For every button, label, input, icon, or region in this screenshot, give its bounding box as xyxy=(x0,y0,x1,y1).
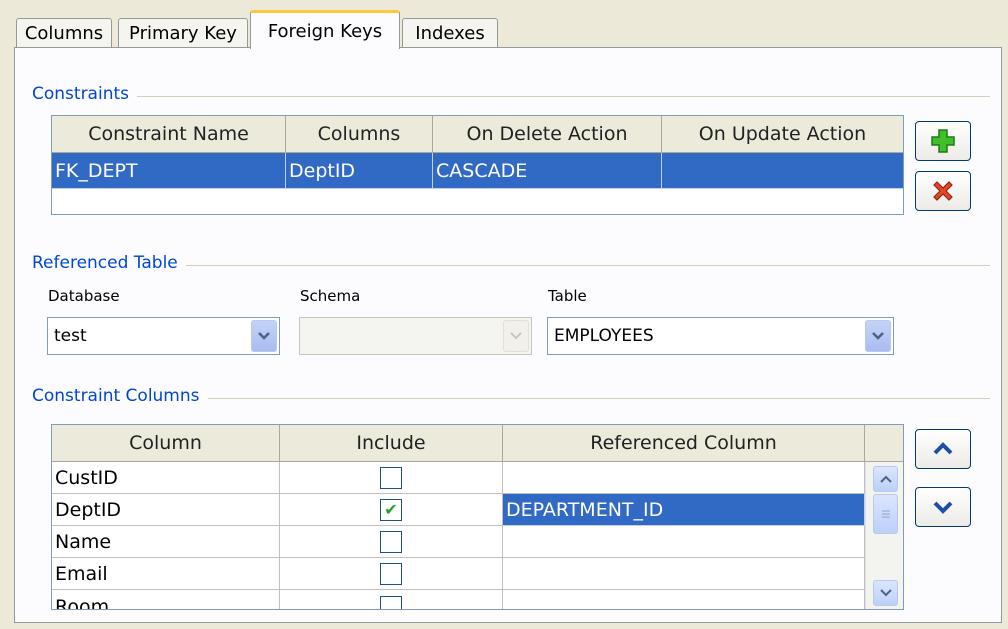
chevron-down-icon[interactable] xyxy=(251,320,277,352)
column-name-cell[interactable]: Name xyxy=(52,526,280,558)
include-cell[interactable] xyxy=(280,590,503,609)
column-name-cell[interactable]: Email xyxy=(52,558,280,590)
referenced-column-cell[interactable]: DEPARTMENT_ID xyxy=(503,494,865,526)
schema-label: Schema xyxy=(300,287,361,305)
tab-foreign-keys[interactable]: Foreign Keys xyxy=(250,10,400,49)
table-value: EMPLOYEES xyxy=(554,326,654,346)
include-checkbox[interactable] xyxy=(380,562,402,585)
tab-label: Indexes xyxy=(415,23,485,44)
column-name-cell[interactable]: CustID xyxy=(52,462,280,494)
move-down-button[interactable] xyxy=(915,487,971,527)
chevron-down-icon xyxy=(503,320,529,352)
column-header[interactable]: Constraint Name xyxy=(52,116,286,153)
include-checkbox[interactable] xyxy=(380,530,402,553)
database-value: test xyxy=(54,326,87,346)
include-cell[interactable] xyxy=(280,462,503,494)
table-select[interactable]: EMPLOYEES xyxy=(547,317,894,355)
referenced-column-cell[interactable] xyxy=(503,526,865,558)
referenced-column-cell[interactable] xyxy=(503,590,865,609)
constraint-name-cell[interactable]: FK_DEPT xyxy=(52,153,286,189)
table-label: Table xyxy=(548,287,587,305)
column-header[interactable]: On Delete Action xyxy=(433,116,662,153)
include-cell[interactable] xyxy=(280,526,503,558)
schema-select xyxy=(299,317,532,355)
column-header[interactable]: Include xyxy=(280,425,503,462)
column-name-cell[interactable]: DeptID xyxy=(52,494,280,526)
referenced-column-cell[interactable] xyxy=(503,558,865,590)
include-checkbox[interactable]: ✔ xyxy=(380,498,402,521)
chevron-up-icon xyxy=(879,475,892,483)
checkmark-icon: ✔ xyxy=(384,500,398,519)
database-select[interactable]: test xyxy=(47,317,280,355)
on-delete-cell[interactable]: CASCADE xyxy=(433,153,662,189)
tab-label: Primary Key xyxy=(129,23,237,44)
chevron-up-icon xyxy=(933,442,953,455)
corner-header xyxy=(865,425,903,462)
referenced-column-cell[interactable] xyxy=(503,462,865,494)
add-constraint-button[interactable] xyxy=(915,121,971,161)
tab-label: Foreign Keys xyxy=(267,20,383,42)
tab-label: Columns xyxy=(24,23,104,44)
include-checkbox[interactable] xyxy=(380,596,402,609)
scroll-up-button[interactable] xyxy=(873,466,898,492)
tab-indexes[interactable]: Indexes xyxy=(402,18,498,48)
constraint-columns-group-title: Constraint Columns xyxy=(32,386,208,406)
column-header[interactable]: Referenced Column xyxy=(503,425,865,462)
column-header[interactable]: On Update Action xyxy=(662,116,903,153)
grip-icon xyxy=(881,510,890,518)
chevron-down-icon[interactable] xyxy=(865,320,891,352)
constraints-table[interactable]: Constraint Name Columns On Delete Action… xyxy=(51,115,904,215)
vertical-scrollbar[interactable] xyxy=(865,462,903,609)
database-label: Database xyxy=(48,287,120,305)
constraint-columns-table[interactable]: Column Include Referenced Column CustID … xyxy=(51,424,904,610)
remove-constraint-button[interactable] xyxy=(915,171,971,211)
scroll-thumb[interactable] xyxy=(873,494,898,534)
delete-x-icon xyxy=(933,181,953,201)
constraints-group-title: Constraints xyxy=(32,84,137,104)
chevron-down-icon xyxy=(879,589,892,597)
move-up-button[interactable] xyxy=(915,429,971,469)
include-cell[interactable] xyxy=(280,558,503,590)
scroll-down-button[interactable] xyxy=(873,580,898,606)
column-header[interactable]: Columns xyxy=(286,116,433,153)
tab-primary-key[interactable]: Primary Key xyxy=(118,18,248,48)
include-cell[interactable]: ✔ xyxy=(280,494,503,526)
referenced-table-group-title: Referenced Table xyxy=(32,253,186,273)
include-checkbox[interactable] xyxy=(380,466,402,489)
chevron-down-icon xyxy=(933,501,953,514)
column-name-cell[interactable]: Room xyxy=(52,590,280,609)
tab-columns[interactable]: Columns xyxy=(16,18,112,48)
group-divider xyxy=(40,96,990,97)
on-update-cell[interactable] xyxy=(662,153,903,189)
constraint-columns-cell[interactable]: DeptID xyxy=(286,153,433,189)
column-header[interactable]: Column xyxy=(52,425,280,462)
plus-icon xyxy=(931,129,955,153)
